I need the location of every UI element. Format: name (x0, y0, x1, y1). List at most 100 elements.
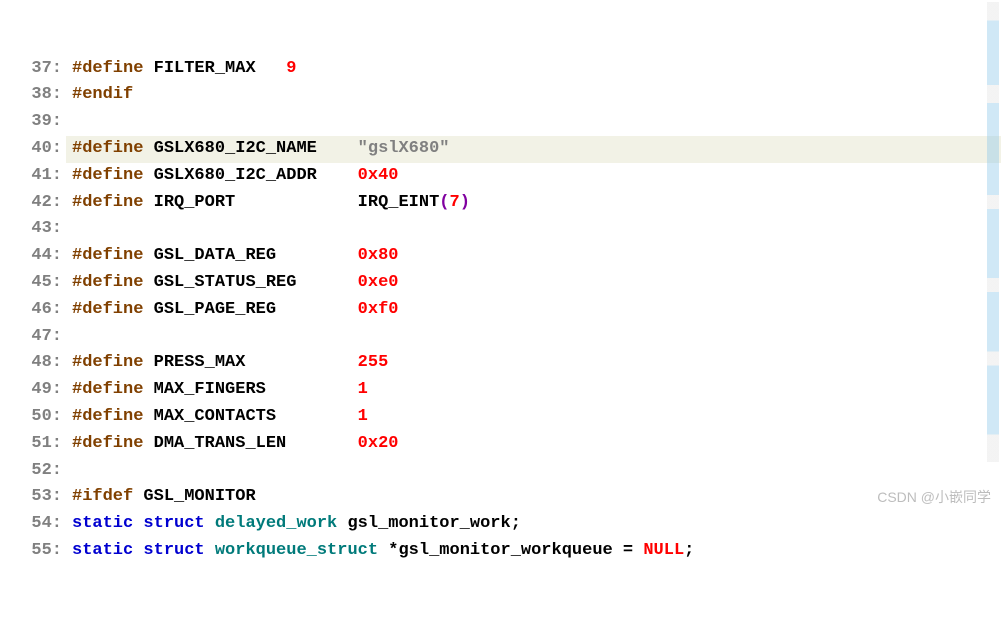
token-pp: #ifdef (72, 487, 143, 506)
code-line[interactable]: 38: #endif (0, 82, 1001, 109)
line-number: 44: (0, 243, 66, 270)
token-op: = (613, 541, 644, 560)
code-line[interactable]: 40:#define GSLX680_I2C_NAME "gslX680" (0, 136, 1001, 163)
token-paren: ) (460, 193, 470, 212)
token-pp: #define (72, 407, 154, 426)
watermark: CSDN @小嵌同学 (877, 487, 991, 507)
code-content: #define FILTER_MAX 9 (66, 56, 296, 83)
token-ident: GSL_PAGE_REG (154, 300, 358, 319)
line-number: 38: (0, 82, 66, 109)
token-semi: ; (511, 514, 521, 533)
line-number: 54: (0, 511, 66, 538)
line-number: 55: (0, 538, 66, 565)
code-content (66, 458, 72, 485)
token-kw: struct (143, 541, 214, 560)
token-ident: GSL_MONITOR (143, 487, 255, 506)
token-num: 0x20 (358, 434, 399, 453)
token-num: 0xe0 (358, 273, 399, 292)
line-number: 51: (0, 431, 66, 458)
code-line[interactable]: 54:static struct delayed_work gsl_monito… (0, 511, 1001, 538)
line-number: 43: (0, 216, 66, 243)
token-var: gsl_monitor_work (347, 514, 510, 533)
token-num: 9 (286, 59, 296, 78)
token-call: IRQ_EINT (358, 193, 440, 212)
code-line[interactable]: 48:#define PRESS_MAX 255 (0, 350, 1001, 377)
token-pp: #define (72, 59, 154, 78)
code-line[interactable]: 50:#define MAX_CONTACTS 1 (0, 404, 1001, 431)
token-num: 1 (358, 380, 368, 399)
minimap[interactable] (987, 2, 999, 462)
token-str: "gslX680" (358, 139, 450, 158)
token-pp: #define (72, 166, 154, 185)
code-content: #define DMA_TRANS_LEN 0x20 (66, 431, 398, 458)
token-num: 7 (450, 193, 460, 212)
token-kw: static (72, 514, 143, 533)
line-number: 42: (0, 190, 66, 217)
token-ident: MAX_CONTACTS (154, 407, 358, 426)
code-line[interactable]: 44:#define GSL_DATA_REG 0x80 (0, 243, 1001, 270)
code-line[interactable]: 39: (0, 109, 1001, 136)
token-ident: DMA_TRANS_LEN (154, 434, 358, 453)
code-line[interactable]: 42:#define IRQ_PORT IRQ_EINT(7) (0, 190, 1001, 217)
code-editor[interactable]: 37:#define FILTER_MAX 938:#endif39:40:#d… (0, 0, 1001, 618)
code-line[interactable]: 43: (0, 216, 1001, 243)
code-content: #define GSL_DATA_REG 0x80 (66, 243, 398, 270)
token-ident: IRQ_PORT (154, 193, 358, 212)
code-content: #define MAX_CONTACTS 1 (66, 404, 368, 431)
code-content: #define GSLX680_I2C_NAME "gslX680" (66, 136, 1001, 163)
token-num: 1 (358, 407, 368, 426)
code-line[interactable]: 46:#define GSL_PAGE_REG 0xf0 (0, 297, 1001, 324)
token-num: 0x40 (358, 166, 399, 185)
code-content: #define MAX_FINGERS 1 (66, 377, 368, 404)
code-line[interactable]: 51:#define DMA_TRANS_LEN 0x20 (0, 431, 1001, 458)
token-pp: #define (72, 434, 154, 453)
token-ident: FILTER_MAX (154, 59, 287, 78)
token-ident: GSLX680_I2C_NAME (154, 139, 358, 158)
code-content: #define GSL_STATUS_REG 0xe0 (66, 270, 398, 297)
line-number: 52: (0, 458, 66, 485)
code-line[interactable]: 49:#define MAX_FINGERS 1 (0, 377, 1001, 404)
code-content: #ifdef GSL_MONITOR (66, 484, 256, 511)
code-content: static struct workqueue_struct *gsl_moni… (66, 538, 694, 565)
token-ident: GSLX680_I2C_ADDR (154, 166, 358, 185)
token-num: 0xf0 (358, 300, 399, 319)
code-content: #define GSL_PAGE_REG 0xf0 (66, 297, 398, 324)
code-content: static struct delayed_work gsl_monitor_w… (66, 511, 521, 538)
token-op: * (388, 541, 398, 560)
token-pp: #define (72, 273, 154, 292)
token-kw: static (72, 541, 143, 560)
code-content: #define PRESS_MAX 255 (66, 350, 388, 377)
token-semi: ; (684, 541, 694, 560)
token-kw: struct (143, 514, 214, 533)
line-number: 50: (0, 404, 66, 431)
code-content (66, 109, 72, 136)
code-line[interactable]: 55:static struct workqueue_struct *gsl_m… (0, 538, 1001, 565)
code-line[interactable]: 53:#ifdef GSL_MONITOR (0, 484, 1001, 511)
token-pp: #define (72, 246, 154, 265)
code-content: #define IRQ_PORT IRQ_EINT(7) (66, 190, 470, 217)
code-content: #define GSLX680_I2C_ADDR 0x40 (66, 163, 398, 190)
token-ident: GSL_STATUS_REG (154, 273, 358, 292)
token-num: 255 (358, 353, 389, 372)
token-pp: #define (72, 139, 154, 158)
code-line[interactable]: 47: (0, 324, 1001, 351)
line-number: 46: (0, 297, 66, 324)
token-ident: GSL_DATA_REG (154, 246, 358, 265)
line-number: 53: (0, 484, 66, 511)
token-ident: MAX_FINGERS (154, 380, 358, 399)
code-content (66, 324, 72, 351)
token-pp: #endif (72, 85, 133, 104)
token-num: NULL (643, 541, 684, 560)
token-pp: #define (72, 353, 154, 372)
line-number: 37: (0, 56, 66, 83)
line-number: 45: (0, 270, 66, 297)
code-line[interactable]: 37:#define FILTER_MAX 9 (0, 56, 1001, 83)
token-ident: PRESS_MAX (154, 353, 358, 372)
token-paren: ( (439, 193, 449, 212)
code-line[interactable]: 45:#define GSL_STATUS_REG 0xe0 (0, 270, 1001, 297)
line-number: 39: (0, 109, 66, 136)
code-line[interactable]: 41:#define GSLX680_I2C_ADDR 0x40 (0, 163, 1001, 190)
code-content (66, 216, 72, 243)
line-number: 47: (0, 324, 66, 351)
code-line[interactable]: 52: (0, 458, 1001, 485)
